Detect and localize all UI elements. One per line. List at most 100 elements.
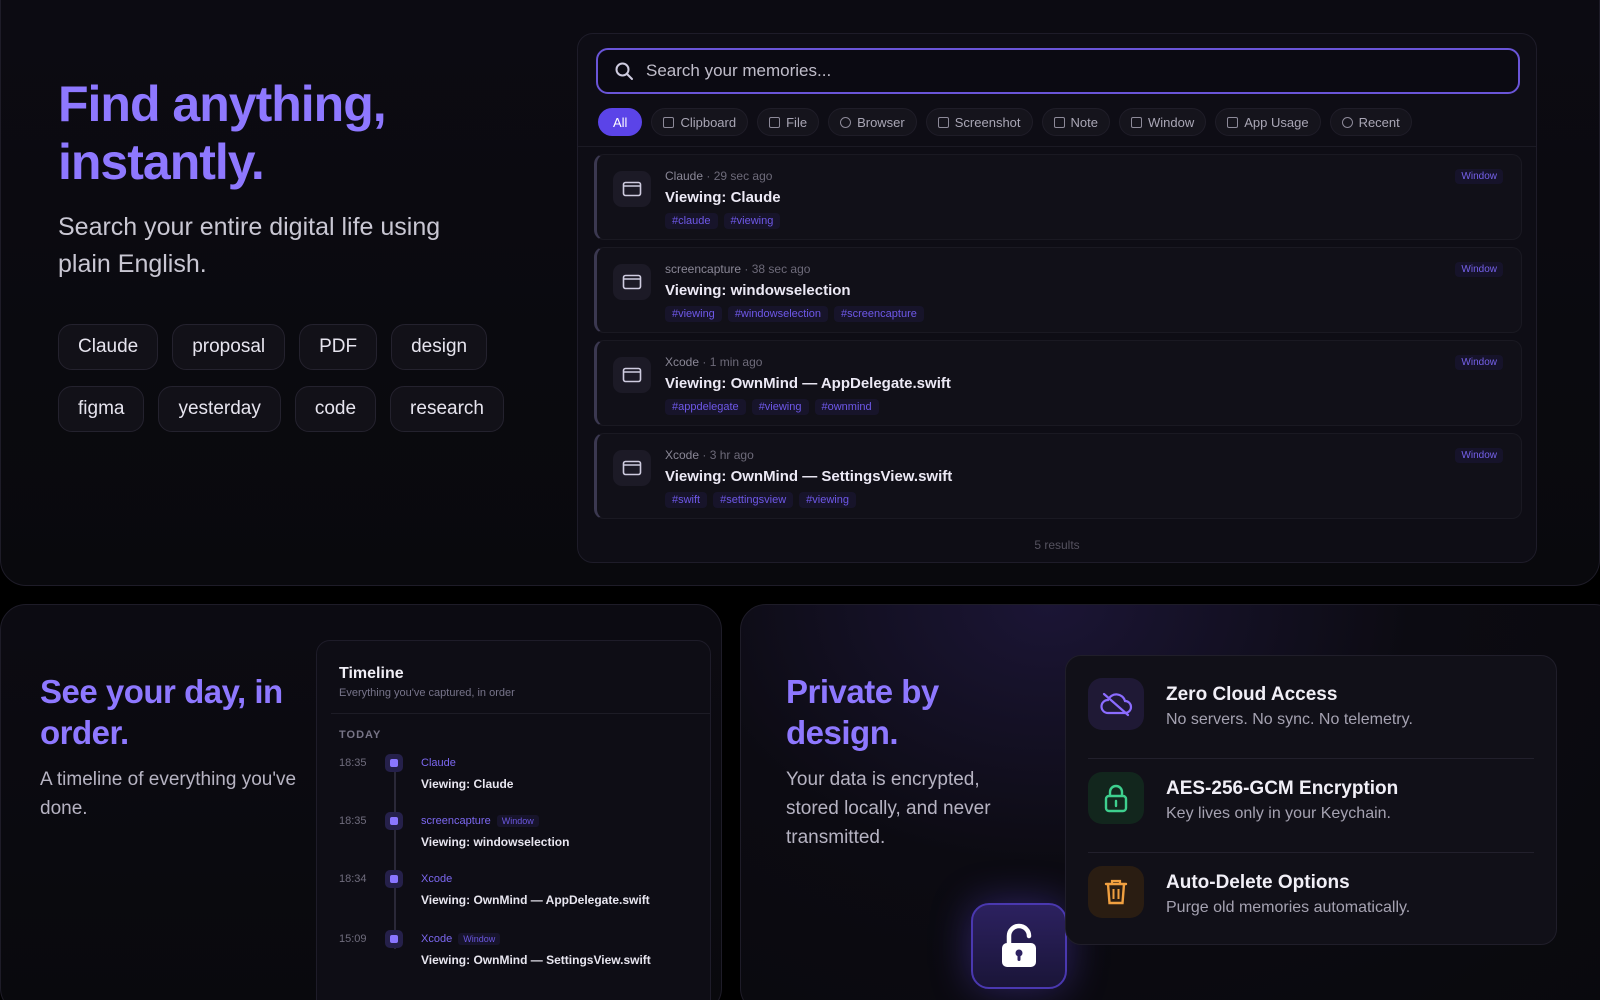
tag[interactable]: #claude [665,213,718,229]
result-tags: #swift #settingsview #viewing [665,492,856,508]
meta-separator: · [706,169,711,183]
privacy-features-panel: Zero Cloud Access No servers. No sync. N… [1065,655,1557,945]
filter-label: Note [1070,114,1098,130]
tag[interactable]: #viewing [665,306,722,322]
result-meta: screencapture · 38 sec ago [665,262,810,276]
chip-yesterday[interactable]: yesterday [158,386,281,432]
type-badge: Window [496,815,539,827]
result-meta: Xcode · 3 hr ago [665,448,754,462]
timeline-title: Timeline [339,665,404,682]
chip-research[interactable]: research [390,386,504,432]
tag[interactable]: #viewing [799,492,856,508]
result-app: Xcode [665,448,700,462]
filter-file[interactable]: File [757,108,820,136]
result-title: Viewing: windowselection [665,282,851,299]
feature-row: AES-256-GCM Encryption Key lives only in… [1088,772,1538,852]
result-tags: #appdelegate #viewing #ownmind [665,399,879,415]
entry-app-name: Xcode [421,873,453,885]
feature-description: No servers. No sync. No telemetry. [1166,711,1413,728]
result-app: Xcode [665,355,700,369]
result-meta: Claude · 29 sec ago [665,169,772,183]
entry-app: screencapture Window [421,815,539,827]
timeline-section-title: See your day, in order. [40,673,283,751]
filter-recent[interactable]: Recent [1329,108,1412,136]
search-input[interactable] [646,61,1446,81]
entry-app-name: Claude [421,757,456,769]
chip-design[interactable]: design [391,324,488,370]
divider [578,146,1536,147]
entry-time: 18:35 [339,757,367,769]
chip-claude[interactable]: Claude [58,324,159,370]
entry-title: Viewing: windowselection [421,835,570,849]
tag[interactable]: #settingsview [713,492,794,508]
type-badge: Window [1455,448,1503,463]
search-box[interactable] [596,48,1520,94]
filter-app-usage[interactable]: App Usage [1215,108,1321,136]
tag[interactable]: #windowselection [727,306,829,322]
timeline-entry[interactable]: 15:09 Xcode Window Viewing: OwnMind — Set… [339,930,699,983]
filter-browser[interactable]: Browser [828,108,917,136]
tag[interactable]: #appdelegate [665,399,746,415]
filter-clipboard[interactable]: Clipboard [651,108,749,136]
feature-title: AES-256-GCM Encryption [1166,778,1399,799]
filter-window[interactable]: Window [1118,108,1207,136]
results-list: Claude · 29 sec ago Viewing: Claude #cla… [594,154,1522,526]
feature-row: Zero Cloud Access No servers. No sync. N… [1088,678,1538,758]
result-item[interactable]: Xcode · 3 hr ago Viewing: OwnMind — Sett… [594,433,1522,519]
divider [331,713,710,714]
tag[interactable]: #viewing [723,213,781,229]
result-tags: #claude #viewing [665,213,781,229]
chip-figma[interactable]: figma [58,386,145,432]
filter-note[interactable]: Note [1041,108,1110,136]
search-panel: All Clipboard File Browser Screenshot No… [577,33,1537,563]
meta-separator: · [702,355,707,369]
window-icon [385,812,403,830]
filter-screenshot[interactable]: Screenshot [925,108,1033,136]
timeline-entry[interactable]: 18:35 Claude Viewing: Claude [339,754,699,807]
screenshot-icon [937,116,949,128]
entry-time: 18:34 [339,873,367,885]
tag[interactable]: #swift [665,492,708,508]
entry-app: Xcode Window [421,933,501,945]
tag[interactable]: #viewing [751,399,809,415]
chip-proposal[interactable]: proposal [172,324,286,370]
result-title: Viewing: OwnMind — SettingsView.swift [665,468,953,485]
results-count: 5 results [1034,538,1080,552]
hero-title: Find anything, instantly. [58,76,387,190]
window-icon [613,171,651,207]
filter-all[interactable]: All [598,108,643,136]
bar-chart-icon [1227,116,1239,128]
entry-time: 18:35 [339,815,367,827]
result-item[interactable]: Claude · 29 sec ago Viewing: Claude #cla… [594,154,1522,240]
type-badge: Window [458,933,501,945]
entry-app-name: Xcode [421,933,453,945]
meta-separator: · [744,262,749,276]
chip-pdf[interactable]: PDF [299,324,378,370]
chip-code[interactable]: code [294,386,377,432]
privacy-title: Private by design. [786,673,939,751]
timeline-entry[interactable]: 18:35 screencapture Window Viewing: windo… [339,812,699,865]
window-icon [385,870,403,888]
privacy-subtitle: Your data is encrypted, stored locally, … [786,769,991,848]
result-meta: Xcode · 1 min ago [665,355,762,369]
result-item[interactable]: screencapture · 38 sec ago Viewing: wind… [594,247,1522,333]
entry-title: Viewing: Claude [421,777,514,791]
filter-label: Window [1147,114,1195,130]
result-time: 38 sec ago [751,262,811,276]
meta-separator: · [702,448,707,462]
divider [1088,758,1534,759]
filter-label: Browser [857,114,905,130]
type-badge: Window [1455,262,1503,277]
window-icon [613,450,651,486]
timeline-panel: Timeline Everything you've captured, in … [316,640,711,1000]
divider [1088,852,1534,853]
feature-title: Auto-Delete Options [1166,872,1350,893]
feature-row: Auto-Delete Options Purge old memories a… [1088,866,1538,946]
tag[interactable]: #ownmind [814,399,879,415]
filter-label: File [786,114,808,130]
tag[interactable]: #screencapture [834,306,924,322]
result-app: screencapture [665,262,742,276]
result-item[interactable]: Xcode · 1 min ago Viewing: OwnMind — App… [594,340,1522,426]
entry-app: Claude [421,757,456,769]
timeline-entry[interactable]: 18:34 Xcode Viewing: OwnMind — AppDelega… [339,870,699,923]
